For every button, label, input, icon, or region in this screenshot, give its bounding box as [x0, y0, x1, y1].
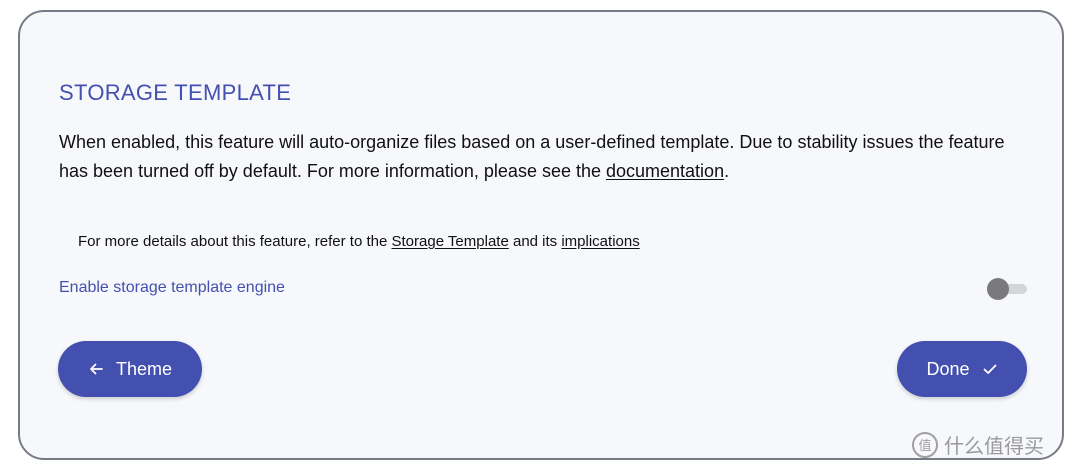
toggle-knob: [987, 278, 1009, 300]
documentation-link[interactable]: documentation: [606, 161, 724, 181]
section-title: STORAGE TEMPLATE: [59, 80, 292, 105]
section-description: When enabled, this feature will auto-org…: [59, 128, 1019, 186]
storage-template-link[interactable]: Storage Template: [392, 233, 509, 250]
back-theme-button[interactable]: Theme: [58, 341, 202, 397]
enable-storage-template-toggle[interactable]: [987, 278, 1029, 300]
arrow-left-icon: [88, 361, 104, 377]
details-prefix: For more details about this feature, ref…: [78, 233, 392, 250]
done-button-label: Done: [926, 358, 970, 379]
description-end: .: [724, 161, 730, 181]
details-note: For more details about this feature, ref…: [78, 233, 640, 250]
implications-link[interactable]: implications: [561, 233, 639, 250]
check-icon: [982, 361, 998, 377]
back-button-label: Theme: [115, 358, 173, 379]
storage-template-card: STORAGE TEMPLATE When enabled, this feat…: [18, 10, 1064, 460]
watermark-logo: 值: [912, 431, 938, 458]
site-watermark: 值 什么值得买: [912, 430, 1044, 459]
description-text: When enabled, this feature will auto-org…: [59, 132, 1005, 181]
enable-storage-template-label: Enable storage template engine: [59, 279, 285, 296]
done-button[interactable]: Done: [897, 341, 1027, 397]
watermark-text: 什么值得买: [944, 434, 1044, 458]
details-middle: and its: [508, 233, 562, 250]
